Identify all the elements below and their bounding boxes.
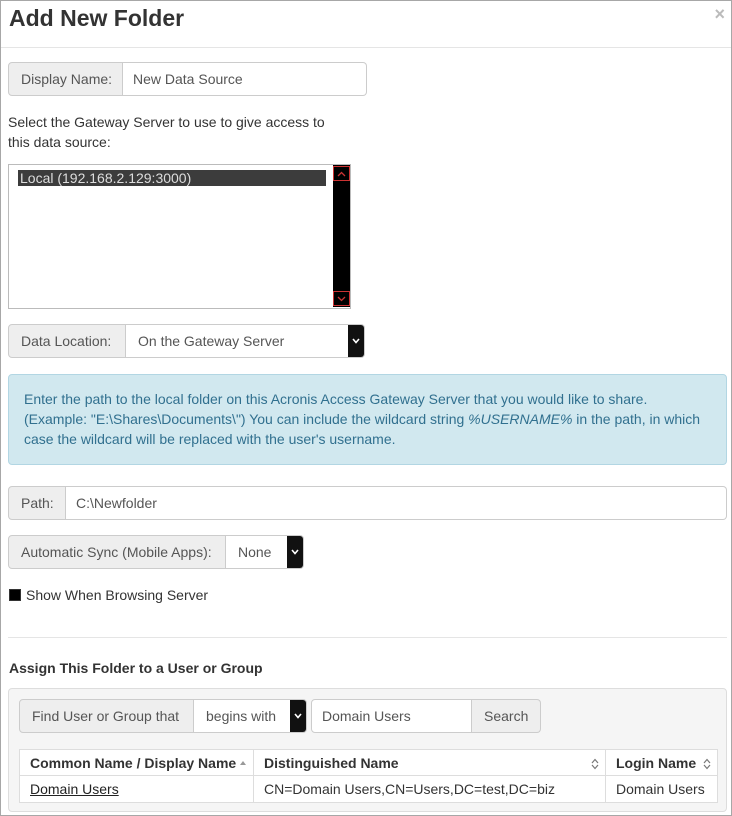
auto-sync-group: Automatic Sync (Mobile Apps): None [8, 535, 304, 569]
sort-both-icon [591, 757, 599, 773]
gateway-option-local[interactable]: Local (192.168.2.129:3000) [18, 170, 326, 186]
find-user-label: Find User or Group that [19, 699, 194, 733]
dialog-header: Add New Folder × [1, 1, 731, 48]
chevron-down-icon [337, 296, 346, 301]
search-button[interactable]: Search [472, 699, 542, 733]
show-browsing-checkbox[interactable] [9, 589, 21, 601]
scroll-up-button[interactable] [333, 166, 350, 181]
chevron-down-icon [348, 325, 364, 357]
cell-distinguished-name: CN=Domain Users,CN=Users,DC=test,DC=biz [253, 775, 606, 803]
section-divider [8, 637, 727, 638]
display-name-label: Display Name: [8, 62, 123, 96]
col-login-name[interactable]: Login Name [605, 749, 718, 776]
gateway-server-listbox[interactable]: Local (192.168.2.129:3000) [8, 164, 351, 309]
chevron-up-icon [337, 171, 346, 176]
info-line-1: Enter the path to the local folder on th… [24, 391, 648, 407]
path-label: Path: [8, 486, 66, 520]
auto-sync-value: None [238, 544, 272, 560]
assign-section-title: Assign This Folder to a User or Group [9, 660, 263, 676]
sort-both-icon [703, 757, 711, 773]
path-info-alert: Enter the path to the local folder on th… [8, 374, 727, 465]
user-link-domain-users[interactable]: Domain Users [30, 781, 119, 797]
gateway-instruction: Select the Gateway Server to use to give… [8, 114, 325, 150]
path-group: Path: C:\Newfolder [8, 486, 727, 520]
col-distinguished-name[interactable]: Distinguished Name [253, 749, 606, 776]
path-input[interactable]: C:\Newfolder [66, 486, 727, 520]
table-row[interactable]: Domain Users CN=Domain Users,CN=Users,DC… [19, 775, 718, 803]
cell-login-name: Domain Users [605, 775, 718, 803]
listbox-scrollbar[interactable] [333, 165, 350, 307]
results-table: Common Name / Display Name Distinguished… [19, 749, 718, 803]
cell-common-name: Domain Users [19, 775, 254, 803]
query-group: Domain Users Search [311, 699, 542, 733]
user-query-input[interactable]: Domain Users [311, 699, 472, 733]
auto-sync-label: Automatic Sync (Mobile Apps): [8, 535, 226, 569]
find-user-group: Find User or Group that begins with [19, 699, 307, 733]
scroll-down-button[interactable] [333, 291, 350, 306]
chevron-down-icon [287, 536, 303, 568]
dialog-title: Add New Folder [9, 5, 185, 31]
match-mode-value: begins with [206, 708, 277, 724]
show-browsing-option[interactable]: Show When Browsing Server [9, 587, 208, 603]
data-location-value: On the Gateway Server [138, 333, 285, 349]
assign-search-panel: Find User or Group that begins with Doma… [8, 688, 727, 812]
display-name-input[interactable]: New Data Source [123, 62, 367, 96]
chevron-down-icon [290, 700, 306, 732]
data-location-label: Data Location: [8, 324, 126, 358]
data-location-group: Data Location: On the Gateway Server [8, 324, 365, 358]
auto-sync-select[interactable]: None [226, 535, 304, 569]
sort-asc-icon [239, 757, 247, 773]
info-wildcard: %USERNAME% [468, 411, 573, 427]
display-name-group: Display Name: New Data Source [8, 62, 367, 96]
match-mode-select[interactable]: begins with [194, 699, 307, 733]
add-folder-dialog: Add New Folder × Display Name: New Data … [0, 0, 732, 816]
info-line-2-pre: (Example: "E:\Shares\Documents\") You ca… [24, 411, 469, 427]
show-browsing-label: Show When Browsing Server [26, 587, 209, 603]
col-common-name[interactable]: Common Name / Display Name [19, 749, 254, 776]
close-icon[interactable]: × [714, 4, 725, 25]
data-location-select[interactable]: On the Gateway Server [126, 324, 365, 358]
results-header-row: Common Name / Display Name Distinguished… [19, 749, 718, 776]
